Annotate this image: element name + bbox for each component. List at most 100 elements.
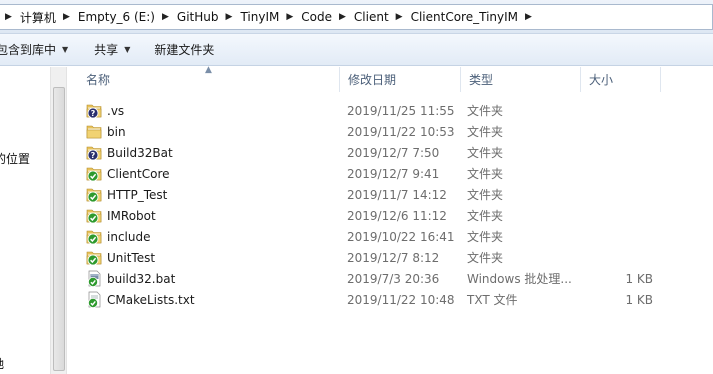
svg-text:?: ?: [91, 151, 96, 160]
column-header-type-label: 类型: [469, 73, 494, 87]
column-header-date[interactable]: 修改日期: [340, 67, 461, 92]
folder-check-icon: [86, 228, 102, 245]
nav-item-recent-places[interactable]: 的位置: [0, 150, 30, 167]
navigation-scrollbar[interactable]: [50, 67, 67, 374]
folder-check-icon: [86, 249, 102, 266]
file-row[interactable]: ? Build32Bat 2019/12/7 7:50 文件夹: [70, 142, 713, 163]
breadcrumb-computer[interactable]: 计算机: [18, 9, 58, 26]
file-size: 1 KB: [625, 293, 653, 307]
nav-item-partial[interactable]: 驰: [0, 355, 4, 372]
chevron-right-icon[interactable]: ▶: [281, 12, 299, 22]
chevron-right-icon[interactable]: ▶: [520, 12, 538, 22]
file-row[interactable]: ? .vs 2019/11/25 11:55 文件夹: [70, 100, 713, 121]
file-size: [580, 205, 653, 226]
file-type: 文件夹: [467, 146, 504, 160]
scrollbar-thumb[interactable]: [53, 87, 65, 371]
file-row[interactable]: UnitTest 2019/12/7 8:12 文件夹: [70, 247, 713, 268]
file-name: include: [107, 230, 151, 244]
chevron-right-icon[interactable]: ▶: [221, 12, 239, 22]
column-header-date-label: 修改日期: [348, 73, 397, 87]
include-in-library-button[interactable]: 包含到库中 ▼: [0, 38, 76, 62]
file-date: 2019/11/22 10:53: [347, 125, 455, 139]
file-date: 2019/12/7 7:50: [347, 146, 440, 160]
file-size: [580, 100, 653, 121]
column-header-size[interactable]: 大小: [581, 67, 661, 92]
file-type: 文件夹: [467, 230, 504, 244]
bat-file-check-icon: [86, 270, 102, 287]
chevron-right-icon[interactable]: ▶: [157, 12, 175, 22]
file-name: build32.bat: [107, 272, 176, 286]
breadcrumb-github[interactable]: GitHub: [175, 10, 221, 24]
file-row[interactable]: IMRobot 2019/12/6 11:12 文件夹: [70, 205, 713, 226]
chevron-right-icon[interactable]: ▶: [58, 12, 76, 22]
address-bar: ▶ 计算机 ▶ Empty_6 (E:) ▶ GitHub ▶ TinyIM ▶…: [0, 0, 713, 34]
file-name: IMRobot: [107, 209, 156, 223]
file-date: 2019/10/22 16:41: [347, 230, 455, 244]
file-type: 文件夹: [467, 125, 504, 139]
file-size: 1 KB: [625, 272, 653, 286]
file-name: bin: [107, 125, 126, 139]
text-file-check-icon: [86, 291, 102, 308]
column-header-name-label: 名称: [86, 73, 111, 87]
file-name: ClientCore: [107, 167, 170, 181]
file-size: [580, 226, 653, 247]
new-folder-button[interactable]: 新建文件夹: [146, 38, 222, 62]
chevron-right-icon[interactable]: ▶: [334, 12, 352, 22]
file-type: 文件夹: [467, 209, 504, 223]
file-name: CMakeLists.txt: [107, 293, 195, 307]
file-size: [580, 184, 653, 205]
share-label: 共享: [94, 43, 119, 57]
column-header-type[interactable]: 类型: [461, 67, 581, 92]
folder-question-icon: ?: [86, 144, 102, 161]
breadcrumb-drive[interactable]: Empty_6 (E:): [76, 10, 157, 24]
share-button[interactable]: 共享 ▼: [86, 38, 138, 62]
caret-down-icon: ▼: [62, 45, 69, 54]
file-date: 2019/7/3 20:36: [347, 272, 440, 286]
file-name: HTTP_Test: [107, 188, 168, 202]
file-type: 文件夹: [467, 188, 504, 202]
new-folder-label: 新建文件夹: [154, 43, 215, 57]
file-date: 2019/12/7 8:12: [347, 251, 440, 265]
file-date: 2019/11/25 11:55: [347, 104, 455, 118]
file-row[interactable]: CMakeLists.txt 2019/11/22 10:48 TXT 文件 1 KB: [70, 289, 713, 310]
column-headers: ▲ 名称 修改日期 类型 大小: [70, 65, 713, 92]
file-type: Windows 批处理...: [467, 272, 572, 286]
folder-plain-icon: [86, 123, 102, 140]
caret-down-icon: ▼: [124, 45, 131, 54]
folder-check-icon: [86, 207, 102, 224]
file-size: [580, 142, 653, 163]
file-row[interactable]: ClientCore 2019/12/7 9:41 文件夹: [70, 163, 713, 184]
file-row[interactable]: build32.bat 2019/7/3 20:36 Windows 批处理... 1…: [70, 268, 713, 289]
column-header-size-label: 大小: [589, 73, 614, 87]
column-header-name[interactable]: 名称: [78, 67, 340, 92]
chevron-right-icon[interactable]: ▶: [0, 12, 18, 22]
file-name: Build32Bat: [107, 146, 173, 160]
breadcrumb-clientcore-tinyim[interactable]: ClientCore_TinyIM: [409, 10, 520, 24]
breadcrumb-client[interactable]: Client: [352, 10, 391, 24]
file-name: UnitTest: [107, 251, 156, 265]
file-type: 文件夹: [467, 167, 504, 181]
file-date: 2019/12/6 11:12: [347, 209, 447, 223]
file-date: 2019/11/7 14:12: [347, 188, 447, 202]
navigation-pane: 的位置 驰: [0, 67, 49, 374]
file-size: [580, 163, 653, 184]
file-date: 2019/11/22 10:48: [347, 293, 455, 307]
file-type: 文件夹: [467, 104, 504, 118]
svg-text:?: ?: [91, 109, 96, 118]
file-type: 文件夹: [467, 251, 504, 265]
file-name: .vs: [107, 104, 125, 118]
breadcrumb-tinyim[interactable]: TinyIM: [238, 10, 281, 24]
include-in-library-label: 包含到库中: [0, 43, 57, 57]
file-size: [580, 247, 653, 268]
chevron-right-icon[interactable]: ▶: [391, 12, 409, 22]
file-size: [580, 121, 653, 142]
command-bar: 包含到库中 ▼ 共享 ▼ 新建文件夹: [0, 34, 713, 66]
file-row[interactable]: bin 2019/11/22 10:53 文件夹: [70, 121, 713, 142]
file-type: TXT 文件: [467, 293, 518, 307]
file-date: 2019/12/7 9:41: [347, 167, 440, 181]
breadcrumb[interactable]: ▶ 计算机 ▶ Empty_6 (E:) ▶ GitHub ▶ TinyIM ▶…: [0, 4, 713, 30]
breadcrumb-code[interactable]: Code: [299, 10, 334, 24]
folder-question-icon: ?: [86, 102, 102, 119]
file-row[interactable]: HTTP_Test 2019/11/7 14:12 文件夹: [70, 184, 713, 205]
file-row[interactable]: include 2019/10/22 16:41 文件夹: [70, 226, 713, 247]
